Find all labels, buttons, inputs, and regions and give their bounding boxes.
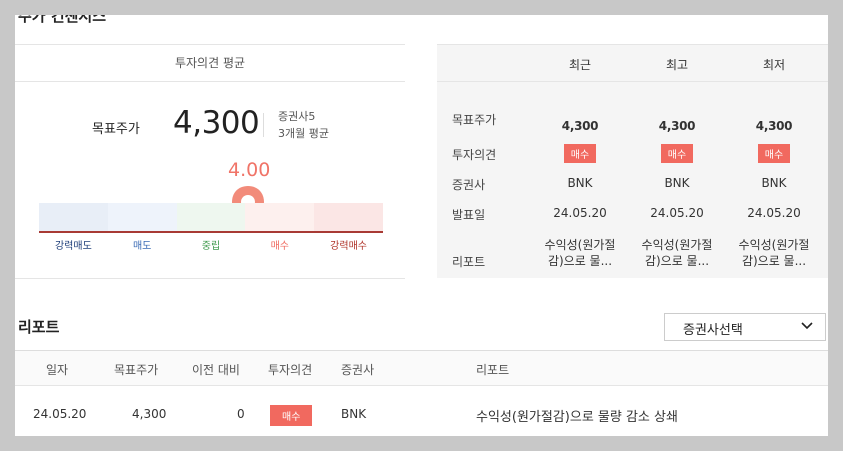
target-price-value: 4,300 — [173, 105, 260, 141]
row-label-broker: 증권사 — [452, 178, 486, 192]
scale-label-buy: 매수 — [270, 241, 289, 252]
th-report: 리포트 — [476, 363, 510, 377]
opinion-badge: 매수 — [660, 144, 694, 163]
cell-broker: BNK — [664, 176, 690, 190]
row-broker: BNK — [341, 407, 367, 421]
broker-select[interactable]: 증권사선택 — [664, 313, 826, 341]
th-opinion: 투자의견 — [268, 363, 313, 377]
column-lowest: 최저 — [762, 58, 786, 72]
report-line-2: 감)으로 물... — [644, 254, 710, 268]
opinion-average-header: 투자의견 평균 — [15, 44, 405, 82]
cell-broker: BNK — [567, 176, 593, 190]
report-line-1: 수익성(원가절 — [738, 238, 810, 252]
opinion-score: 4.00 — [228, 159, 271, 181]
row-label-opinion: 투자의견 — [452, 148, 497, 162]
report-line-1: 수익성(원가절 — [544, 238, 616, 252]
cell-broker: BNK — [761, 176, 787, 190]
cell-opinion: 매수 — [729, 144, 819, 163]
scale-seg-2 — [176, 203, 246, 231]
report-table-header: 일자 목표주가 이전 대비 투자의견 증권사 리포트 — [15, 350, 828, 386]
report-line-2: 감)으로 물... — [741, 254, 807, 268]
row-change: 0 — [237, 407, 245, 421]
cell-target: 4,300 — [561, 119, 599, 133]
divider — [263, 113, 264, 137]
row-label-report: 리포트 — [452, 255, 486, 269]
column-highest: 최고 — [665, 58, 689, 72]
opinion-badge: 매수 — [270, 405, 313, 426]
row-opinion: 매수 — [270, 405, 313, 426]
scale-seg-1 — [107, 203, 177, 231]
broker-count: 증권사5 — [278, 110, 316, 123]
opinion-scale-bar — [39, 203, 383, 233]
row-date: 24.05.20 — [33, 407, 87, 421]
scale-label-neutral: 중립 — [201, 241, 221, 252]
chevron-down-icon — [801, 322, 813, 330]
cell-date: 24.05.20 — [553, 206, 607, 220]
row-label-target: 목표주가 — [452, 113, 497, 127]
th-target: 목표주가 — [114, 363, 159, 377]
row-target: 4,300 — [132, 407, 167, 421]
scale-seg-0 — [39, 203, 108, 231]
th-broker: 증권사 — [341, 363, 375, 377]
scale-seg-3 — [245, 203, 315, 231]
target-price-label: 목표주가 — [92, 122, 140, 137]
cell-opinion: 매수 — [535, 144, 625, 163]
scale-seg-4 — [314, 203, 383, 231]
cell-opinion: 매수 — [632, 144, 722, 163]
cell-target: 4,300 — [755, 119, 793, 133]
scale-label-strong-sell: 강력매도 — [54, 241, 92, 252]
opinion-badge: 매수 — [757, 144, 791, 163]
th-date: 일자 — [46, 363, 69, 377]
divider — [15, 278, 405, 279]
consensus-panel: 주가 컨센서스 투자의견 평균 목표주가 4,300 증권사5 3개월 평균 4… — [15, 15, 828, 436]
report-line-1: 수익성(원가절 — [641, 238, 713, 252]
cell-date: 24.05.20 — [747, 206, 801, 220]
th-change: 이전 대비 — [192, 363, 240, 377]
report-line-2: 감)으로 물... — [547, 254, 613, 268]
opinion-badge: 매수 — [563, 144, 597, 163]
cell-report-link[interactable]: 수익성(원가절감)으로 물... — [729, 237, 819, 269]
column-recent: 최근 — [568, 58, 592, 72]
cell-target: 4,300 — [658, 119, 696, 133]
period-label: 3개월 평균 — [278, 127, 329, 140]
cell-date: 24.05.20 — [650, 206, 704, 220]
section-title: 주가 컨센서스 — [18, 15, 107, 25]
report-section-title: 리포트 — [18, 318, 60, 336]
row-report-link[interactable]: 수익성(원가절감)으로 물량 감소 상쇄 — [476, 406, 678, 425]
scale-labels: 강력매도 매도 중립 매수 강력매수 — [39, 237, 383, 252]
cell-report-link[interactable]: 수익성(원가절감)으로 물... — [632, 237, 722, 269]
cell-report-link[interactable]: 수익성(원가절감)으로 물... — [535, 237, 625, 269]
scale-label-strong-buy: 강력매수 — [330, 241, 367, 252]
row-label-date: 발표일 — [452, 208, 486, 222]
consensus-detail-table: 최근 최고 최저 목표주가 투자의견 증권사 발표일 리포트 4,300 매수 … — [437, 44, 828, 278]
scale-label-sell: 매도 — [132, 241, 152, 252]
broker-select-label: 증권사선택 — [683, 323, 743, 338]
